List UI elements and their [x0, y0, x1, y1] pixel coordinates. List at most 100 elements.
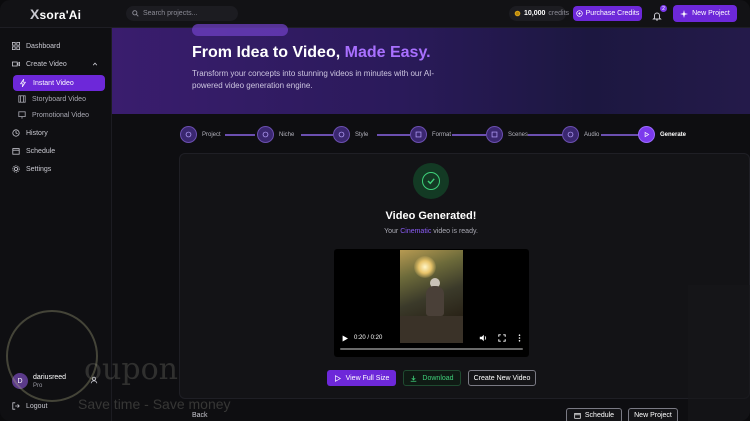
top-bar: Xsora'Ai Search projects... 10,000 credi… — [0, 0, 750, 28]
bell-icon — [652, 11, 662, 21]
new-project-label: New Project — [692, 10, 730, 17]
search-icon — [132, 10, 139, 17]
volume-icon[interactable] — [479, 334, 487, 342]
search-input[interactable]: Search projects... — [126, 6, 238, 21]
presentation-icon — [18, 111, 26, 119]
create-new-video-button[interactable]: Create New Video — [468, 370, 536, 386]
play-icon — [638, 126, 655, 143]
grid-icon — [12, 42, 20, 50]
app-window: Xsora'Ai Search projects... 10,000 credi… — [0, 0, 750, 421]
step-label: Niche — [279, 131, 295, 138]
watermark-tagline: Save time - Save money — [78, 396, 231, 412]
step-dot — [333, 126, 350, 143]
step-project[interactable]: Project — [180, 126, 221, 143]
step-dot — [562, 126, 579, 143]
step-dot — [410, 126, 427, 143]
footer-new-project-button[interactable]: New Project — [628, 408, 678, 421]
fullscreen-icon[interactable] — [498, 334, 506, 342]
play-button-icon[interactable] — [342, 335, 348, 342]
lightning-icon — [19, 79, 27, 87]
coin-icon — [514, 10, 521, 17]
video-progress-bar[interactable] — [340, 348, 523, 350]
download-button[interactable]: Download — [403, 370, 461, 386]
sidebar-item-schedule[interactable]: Schedule — [12, 147, 55, 155]
hero-pill — [192, 24, 288, 36]
credits-value: 10,000 — [524, 10, 546, 17]
sidebar-item-label: Schedule — [26, 147, 56, 155]
step-label: Style — [355, 131, 369, 138]
credits-badge: 10,000 credits — [509, 6, 570, 21]
step-label: Project — [202, 131, 221, 138]
step-connector — [301, 134, 333, 136]
step-connector — [601, 134, 638, 136]
schedule-button[interactable]: Schedule — [566, 408, 622, 421]
video-controls: 0:20 / 0:20 — [340, 333, 524, 343]
chevron-up-icon[interactable] — [92, 61, 98, 67]
sidebar-item-settings[interactable]: Settings — [12, 165, 51, 173]
step-connector — [377, 134, 410, 136]
step-audio[interactable]: Audio — [562, 126, 599, 143]
view-full-size-label: View Full Size — [345, 374, 390, 382]
hero-banner: From Idea to Video, Made Easy. Transform… — [112, 24, 750, 114]
step-connector — [452, 134, 486, 136]
download-label: Download — [422, 374, 454, 382]
hero-title: From Idea to Video, Made Easy. — [192, 44, 431, 61]
purchase-credits-label: Purchase Credits — [585, 10, 640, 17]
video-camera-icon — [12, 60, 20, 68]
sidebar-item-instant-video[interactable]: Instant Video — [13, 75, 105, 91]
sidebar-item-label: Instant Video — [33, 79, 74, 87]
schedule-label: Schedule — [584, 412, 615, 419]
sidebar-item-history[interactable]: History — [12, 129, 48, 137]
step-dot — [486, 126, 503, 143]
film-icon — [18, 95, 26, 103]
logout-label: Logout — [26, 402, 48, 410]
video-time: 0:20 / 0:20 — [354, 335, 383, 341]
sidebar-item-create-video[interactable]: Create Video — [12, 60, 100, 68]
search-placeholder: Search projects... — [143, 10, 198, 17]
step-generate[interactable]: Generate — [638, 126, 686, 143]
more-vertical-icon[interactable] — [518, 334, 521, 342]
sparkle-icon — [680, 9, 689, 18]
step-niche[interactable]: Niche — [257, 126, 294, 143]
gear-icon — [12, 165, 20, 173]
sidebar-item-label: History — [26, 129, 48, 137]
purchase-credits-button[interactable]: Purchase Credits — [573, 6, 642, 21]
logout-icon — [12, 402, 20, 410]
sidebar-item-promotional-video[interactable]: Promotional Video — [18, 111, 89, 119]
success-check-icon — [413, 163, 449, 199]
notification-badge: 2 — [660, 5, 667, 12]
step-dot — [257, 126, 274, 143]
video-thumbnail — [400, 250, 463, 343]
step-label: Format — [432, 131, 452, 138]
sidebar-item-label: Promotional Video — [32, 111, 90, 119]
app-logo[interactable]: Xsora'Ai — [30, 6, 81, 22]
notifications-button[interactable]: 2 — [652, 5, 667, 21]
sidebar-item-label: Settings — [26, 165, 52, 173]
step-connector — [528, 134, 562, 136]
play-circle-icon — [334, 374, 341, 382]
watermark-brand: oupon — [84, 352, 178, 387]
sidebar-item-storyboard-video[interactable]: Storyboard Video — [18, 95, 86, 103]
step-dot — [180, 126, 197, 143]
new-project-button[interactable]: New Project — [673, 5, 737, 22]
calendar-icon — [12, 147, 20, 155]
plus-circle-icon — [575, 10, 583, 17]
view-full-size-button[interactable]: View Full Size — [327, 370, 396, 386]
footer-new-project-label: New Project — [634, 412, 672, 419]
create-new-video-label: Create New Video — [473, 374, 531, 382]
step-style[interactable]: Style — [333, 126, 368, 143]
sidebar-item-label: Create Video — [26, 60, 67, 68]
sidebar-item-dashboard[interactable]: Dashboard — [12, 42, 60, 50]
step-label: Scenes — [508, 131, 529, 138]
hero-subtitle: Transform your concepts into stunning vi… — [192, 69, 435, 90]
progress-stepper: Project Niche Style Format Scenes Audio … — [180, 126, 700, 143]
logout-button[interactable]: Logout — [12, 402, 47, 410]
back-button[interactable]: Back — [192, 412, 208, 419]
step-label: Audio — [584, 131, 600, 138]
step-scenes[interactable]: Scenes — [486, 126, 528, 143]
step-format[interactable]: Format — [410, 126, 451, 143]
credits-label: credits — [548, 10, 570, 17]
video-player[interactable]: 0:20 / 0:20 — [334, 249, 529, 357]
clock-icon — [12, 129, 20, 137]
step-connector — [225, 134, 255, 136]
